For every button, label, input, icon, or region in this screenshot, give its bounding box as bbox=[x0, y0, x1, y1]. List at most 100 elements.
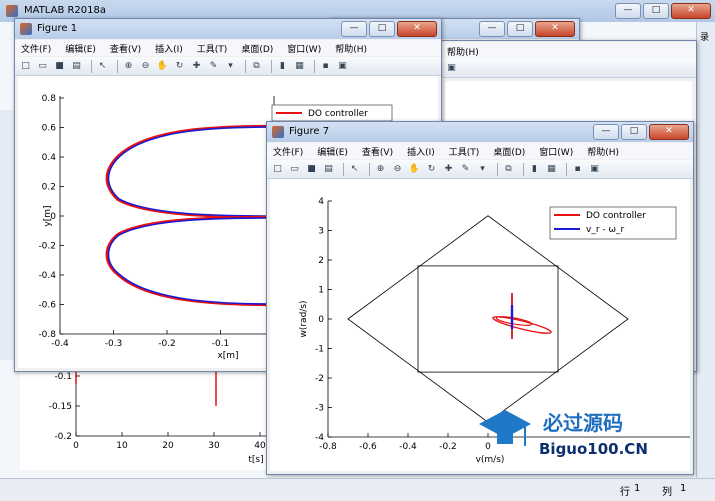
menu-desktop[interactable]: 桌面(D) bbox=[241, 42, 273, 55]
menu-view[interactable]: 查看(V) bbox=[110, 42, 141, 55]
menu-window[interactable]: 窗口(W) bbox=[287, 42, 321, 55]
colorbar-icon[interactable]: ▮ bbox=[276, 60, 289, 73]
close-button[interactable]: ✕ bbox=[671, 3, 711, 19]
new-file-icon[interactable]: □ bbox=[271, 163, 284, 176]
maximize-button[interactable]: □ bbox=[643, 3, 669, 19]
menu-file[interactable]: 文件(F) bbox=[273, 145, 303, 158]
menu-edit[interactable]: 编辑(E) bbox=[65, 42, 96, 55]
minimize-button[interactable]: — bbox=[341, 21, 367, 37]
figure-icon[interactable]: ▣ bbox=[445, 62, 458, 75]
right-panel-strip: 录 bbox=[696, 22, 715, 478]
brush-icon[interactable]: ✎ bbox=[207, 60, 220, 73]
dock-icon[interactable]: ▣ bbox=[588, 163, 601, 176]
menu-window[interactable]: 窗口(W) bbox=[539, 145, 573, 158]
watermark-en-text: Biguo100.CN bbox=[539, 440, 648, 458]
bg-xtick-label: 0 bbox=[73, 441, 79, 451]
y-axis-label: y[m] bbox=[43, 205, 53, 226]
right-edge-label: 录 bbox=[700, 33, 710, 43]
close-button[interactable]: ✕ bbox=[397, 21, 437, 37]
figure7-title: Figure 7 bbox=[289, 126, 330, 137]
rotate-icon[interactable]: ↻ bbox=[425, 163, 438, 176]
hide-tools-icon[interactable]: ▪ bbox=[319, 60, 332, 73]
dropdown-arrow-icon[interactable]: ▾ bbox=[224, 60, 237, 73]
menu-help[interactable]: 帮助(H) bbox=[587, 145, 619, 158]
menu-view[interactable]: 查看(V) bbox=[362, 145, 393, 158]
fig1-xtick-label: -0.3 bbox=[105, 339, 123, 349]
menu-desktop[interactable]: 桌面(D) bbox=[493, 145, 525, 158]
menu-insert[interactable]: 插入(I) bbox=[407, 145, 435, 158]
fig7-ytick-label: 1 bbox=[318, 286, 324, 296]
matlab-logo-icon bbox=[272, 126, 284, 138]
minimize-button[interactable]: — bbox=[615, 3, 641, 19]
menu-tools[interactable]: 工具(T) bbox=[449, 145, 480, 158]
menu-tools[interactable]: 工具(T) bbox=[197, 42, 228, 55]
pointer-icon[interactable]: ↖ bbox=[96, 60, 109, 73]
col-value: 1 bbox=[680, 483, 687, 494]
colorbar-icon[interactable]: ▮ bbox=[528, 163, 541, 176]
legend-icon[interactable]: ▦ bbox=[293, 60, 306, 73]
col-label: 列 bbox=[662, 487, 672, 498]
toolbar-separator bbox=[497, 162, 498, 176]
toolbar-separator bbox=[245, 59, 246, 73]
data-cursor-icon[interactable]: ✚ bbox=[190, 60, 203, 73]
zoom-in-icon[interactable]: ⊕ bbox=[374, 163, 387, 176]
brush-icon[interactable]: ✎ bbox=[459, 163, 472, 176]
save-icon[interactable]: ■ bbox=[305, 163, 318, 176]
x-axis-label: x[m] bbox=[217, 351, 238, 361]
open-folder-icon[interactable]: ▭ bbox=[36, 60, 49, 73]
data-cursor-icon[interactable]: ✚ bbox=[442, 163, 455, 176]
toolbar-separator bbox=[314, 59, 315, 73]
new-file-icon[interactable]: □ bbox=[19, 60, 32, 73]
close-button[interactable]: ✕ bbox=[535, 21, 575, 37]
menu-help[interactable]: 帮助(H) bbox=[335, 42, 367, 55]
link-plot-icon[interactable]: ⧉ bbox=[502, 163, 515, 176]
fig7-xtick-label: -0.8 bbox=[319, 442, 337, 452]
fig1-xtick-label: -0.4 bbox=[51, 339, 69, 349]
close-button[interactable]: ✕ bbox=[649, 124, 689, 140]
x-axis-label: t[s] bbox=[248, 455, 263, 465]
fig7-ytick-label: 2 bbox=[318, 256, 324, 266]
menu-insert[interactable]: 插入(I) bbox=[155, 42, 183, 55]
rotate-icon[interactable]: ↻ bbox=[173, 60, 186, 73]
save-icon[interactable]: ■ bbox=[53, 60, 66, 73]
hide-tools-icon[interactable]: ▪ bbox=[571, 163, 584, 176]
maximize-button[interactable]: □ bbox=[621, 124, 647, 140]
minimize-button[interactable]: — bbox=[593, 124, 619, 140]
figure7-toolbar: □ ▭ ■ ▤ ↖ ⊕ ⊖ ✋ ↻ ✚ ✎ ▾ ⧉ ▮ ▦ ▪ ▣ bbox=[267, 160, 693, 179]
menu-file[interactable]: 文件(F) bbox=[21, 42, 51, 55]
print-icon[interactable]: ▤ bbox=[322, 163, 335, 176]
fig7-ytick-label: 3 bbox=[318, 227, 324, 237]
maximize-button[interactable]: □ bbox=[507, 21, 533, 37]
link-plot-icon[interactable]: ⧉ bbox=[250, 60, 263, 73]
time-plot: -0.1 -0.15 -0.2 0 10 20 30 40 t[s] bbox=[49, 370, 270, 465]
inner-box bbox=[417, 265, 559, 373]
fig1-ytick-label: 0.8 bbox=[42, 94, 57, 104]
fig1-ytick-label: 0.6 bbox=[42, 124, 57, 134]
bg-ytick-label: -0.15 bbox=[49, 402, 72, 412]
zoom-out-icon[interactable]: ⊖ bbox=[391, 163, 404, 176]
maximize-button[interactable]: □ bbox=[369, 21, 395, 37]
toolbar-separator bbox=[91, 59, 92, 73]
toolbar-separator bbox=[369, 162, 370, 176]
bg-xtick-label: 30 bbox=[208, 441, 220, 451]
pan-hand-icon[interactable]: ✋ bbox=[408, 163, 421, 176]
open-folder-icon[interactable]: ▭ bbox=[288, 163, 301, 176]
figure7-legend[interactable]: DO controller v_r - ω_r bbox=[549, 206, 677, 240]
fig7-ytick-label: -3 bbox=[315, 404, 324, 414]
zoom-in-icon[interactable]: ⊕ bbox=[122, 60, 135, 73]
figure1-menubar: 文件(F) 编辑(E) 查看(V) 插入(I) 工具(T) 桌面(D) 窗口(W… bbox=[15, 40, 441, 56]
pointer-icon[interactable]: ↖ bbox=[348, 163, 361, 176]
minimize-button[interactable]: — bbox=[479, 21, 505, 37]
pan-hand-icon[interactable]: ✋ bbox=[156, 60, 169, 73]
figure1-legend[interactable]: DO controller bbox=[271, 104, 393, 122]
dropdown-arrow-icon[interactable]: ▾ bbox=[476, 163, 489, 176]
dock-icon[interactable]: ▣ bbox=[336, 60, 349, 73]
toolbar-separator bbox=[343, 162, 344, 176]
menu-edit[interactable]: 编辑(E) bbox=[317, 145, 348, 158]
print-icon[interactable]: ▤ bbox=[70, 60, 83, 73]
legend-icon[interactable]: ▦ bbox=[545, 163, 558, 176]
fig1-ytick-label: 0.4 bbox=[42, 153, 57, 163]
menu-help[interactable]: 帮助(H) bbox=[447, 45, 479, 58]
figure1-toolbar: □ ▭ ■ ▤ ↖ ⊕ ⊖ ✋ ↻ ✚ ✎ ▾ ⧉ ▮ ▦ ▪ ▣ bbox=[15, 57, 441, 76]
zoom-out-icon[interactable]: ⊖ bbox=[139, 60, 152, 73]
